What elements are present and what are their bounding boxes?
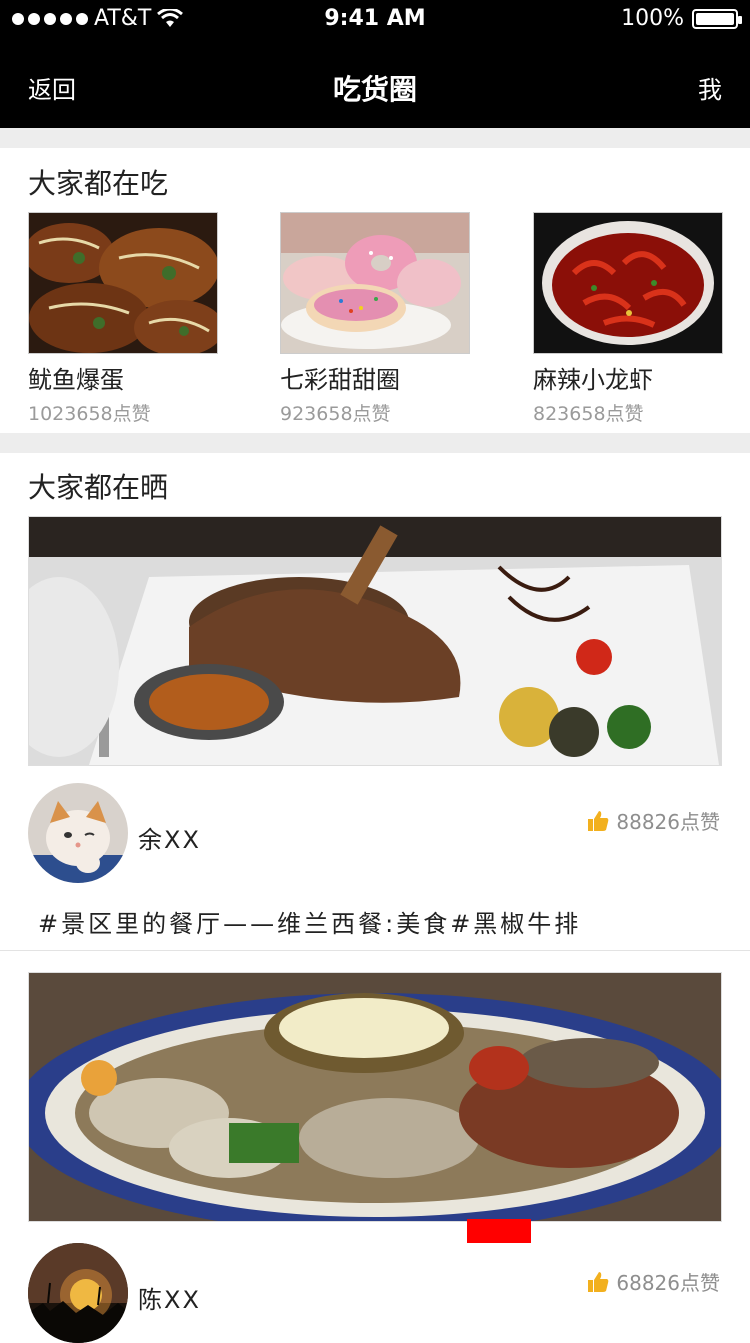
seafood-post-image[interactable] [28, 972, 722, 1222]
post-author[interactable]: 陈XX [138, 1280, 201, 1315]
thumbs-up-icon [588, 1271, 609, 1292]
battery-icon [692, 8, 742, 29]
post-author[interactable]: 余XX [138, 820, 201, 855]
battery-percent: 100% [621, 6, 684, 31]
post-text: #景区里的餐厅——维兰西餐:美食#黑椒牛排 [38, 910, 582, 938]
popular-section-title: 大家都在吃 [28, 167, 169, 200]
popular-item-name: 麻辣小龙虾 [533, 366, 653, 394]
popular-item[interactable]: 麻辣小龙虾 823658点赞 [533, 212, 723, 426]
like-button[interactable]: 68826点赞 [586, 1267, 720, 1296]
steak-post-image[interactable] [28, 516, 722, 766]
nav-bar: 返回 吃货圈 我 [0, 40, 750, 128]
page-title: 吃货圈 [332, 73, 417, 106]
status-right: 100% [621, 6, 742, 31]
status-bar: AT&T 9:41 AM 100% [0, 0, 750, 40]
like-button[interactable]: 88826点赞 [586, 806, 720, 835]
popular-item[interactable]: 鱿鱼爆蛋 1023658点赞 [28, 212, 218, 426]
popular-item-likes: 1023658点赞 [28, 403, 151, 425]
section-gap [0, 433, 750, 453]
like-count: 88826点赞 [616, 810, 720, 834]
popular-item-likes: 823658点赞 [533, 403, 644, 425]
me-button[interactable]: 我 [698, 70, 722, 105]
popular-item-name: 鱿鱼爆蛋 [28, 366, 124, 394]
section-gap [0, 128, 750, 148]
avatar[interactable] [28, 1243, 128, 1343]
popular-item[interactable]: 七彩甜甜圈 923658点赞 [280, 212, 470, 426]
squid-egg-image[interactable] [28, 212, 218, 354]
crayfish-image[interactable] [533, 212, 723, 354]
like-count: 68826点赞 [616, 1271, 720, 1295]
thumbs-up-icon [588, 810, 609, 831]
feed-section-title: 大家都在晒 [28, 471, 169, 504]
popular-item-name: 七彩甜甜圈 [280, 366, 400, 394]
popular-item-likes: 923658点赞 [280, 403, 391, 425]
post-divider [0, 950, 750, 951]
donut-image[interactable] [280, 212, 470, 354]
avatar[interactable] [28, 783, 128, 883]
red-marker [467, 1219, 531, 1243]
